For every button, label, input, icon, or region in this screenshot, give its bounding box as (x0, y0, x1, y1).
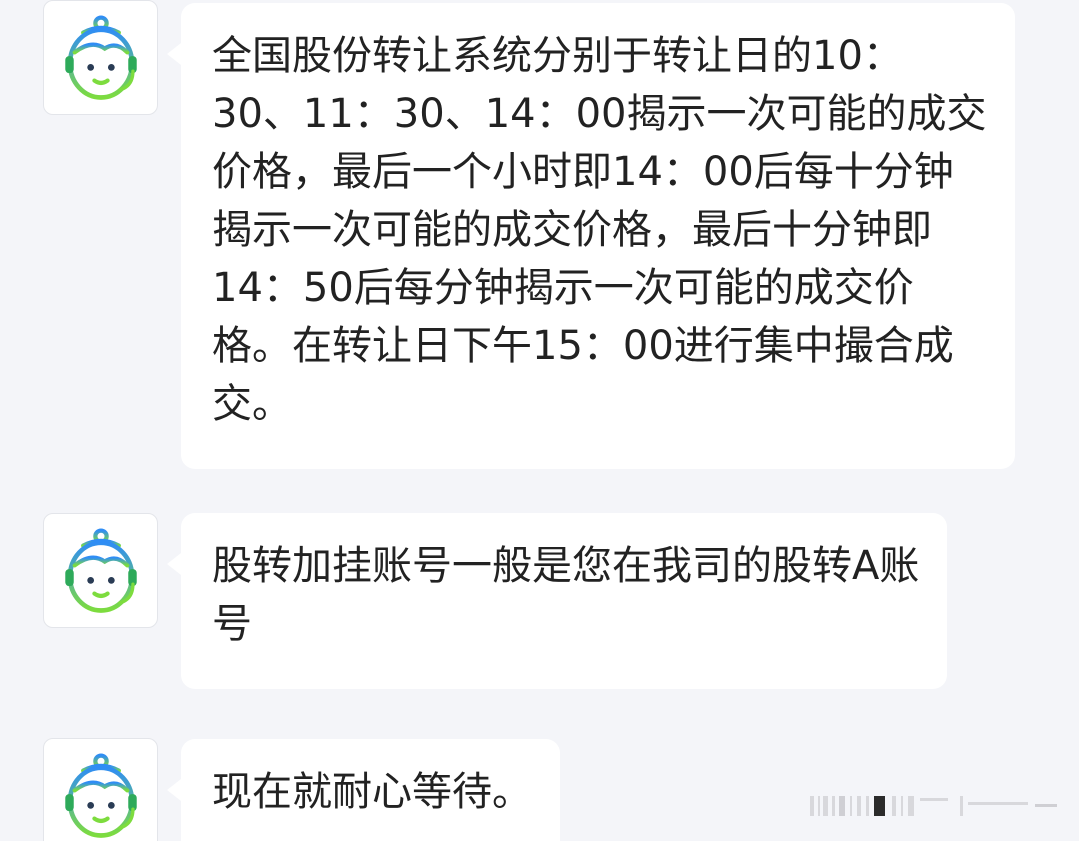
message-line: 全国股份转让系统分别于转让日的10： (212, 33, 903, 79)
message-line: 股转加挂账号一般是您在我司的股转A账 (212, 543, 920, 589)
message-bubble[interactable]: 股转加挂账号一般是您在我司的股转A账 号 (166, 513, 948, 689)
message-line: 交。 (212, 381, 292, 427)
message-line: 号 (212, 601, 252, 647)
agent-avatar[interactable] (43, 0, 158, 115)
message-bubble[interactable]: 现在就耐心等待。 (167, 739, 560, 841)
agent-avatar-icon (54, 524, 148, 618)
message-line: 现在就耐心等待。 (212, 769, 532, 815)
message-line: 价格，最后一个小时即14：00后每十分钟 (212, 149, 954, 195)
watermark-barcode-icon (810, 796, 1057, 816)
message-line: 揭示一次可能的成交价格，最后十分钟即 (212, 207, 932, 253)
agent-avatar[interactable] (43, 513, 158, 628)
message-bubble[interactable]: 全国股份转让系统分别于转让日的10： 30、11：30、14：00揭示一次可能的… (167, 3, 1015, 469)
message-line: 14：50后每分钟揭示一次可能的成交价 (212, 265, 914, 311)
agent-avatar-icon (54, 11, 148, 105)
agent-avatar[interactable] (43, 738, 158, 841)
agent-avatar-icon (54, 749, 148, 841)
message-line: 格。在转让日下午15：00进行集中撮合成 (212, 323, 954, 369)
message-line: 30、11：30、14：00揭示一次可能的成交 (212, 91, 987, 137)
